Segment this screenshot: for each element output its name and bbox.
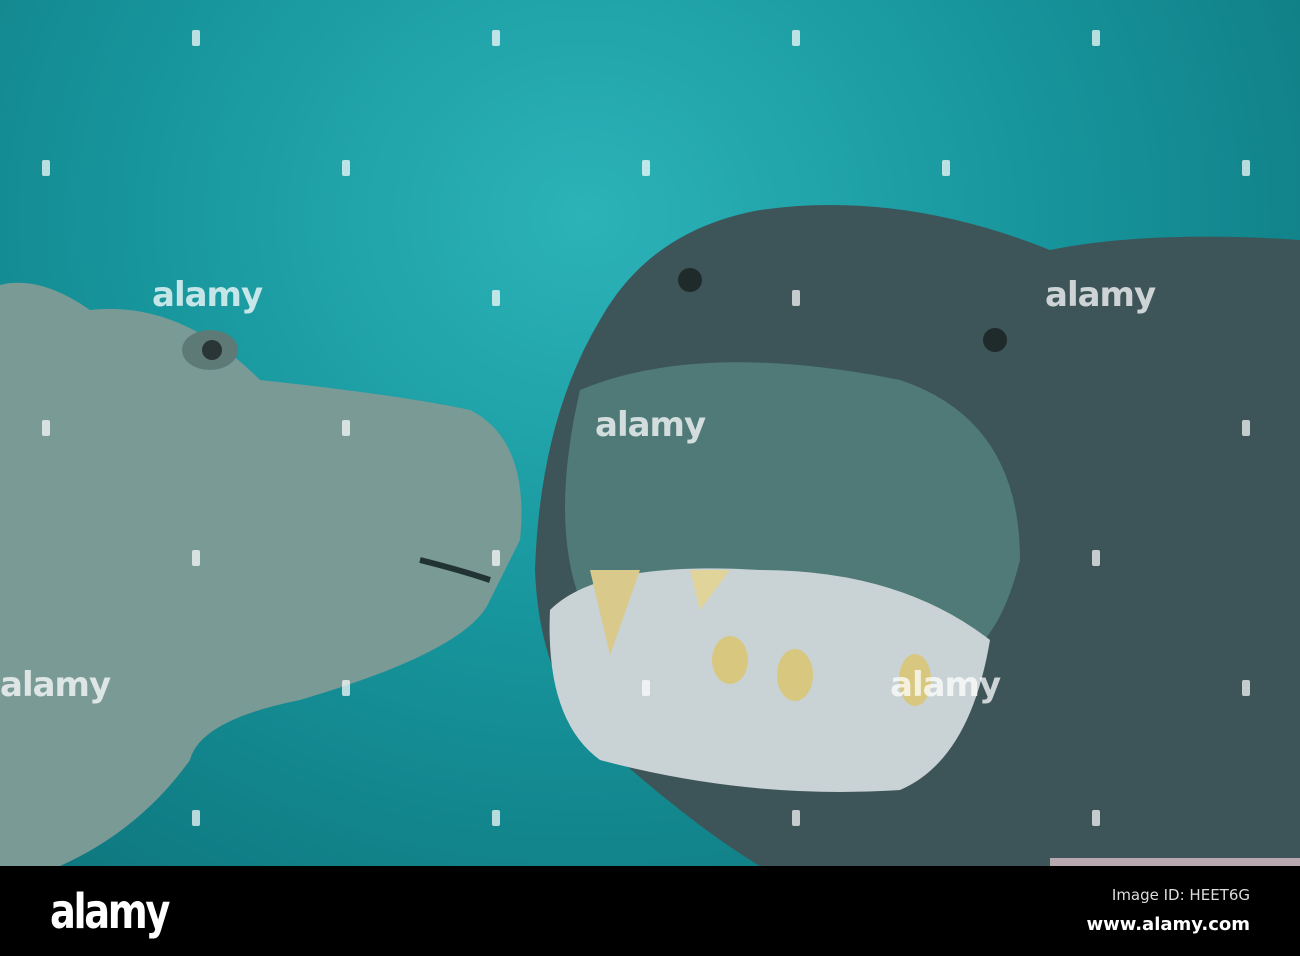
watermark-mark — [192, 550, 200, 566]
watermark-mark — [342, 160, 350, 176]
watermark-mark — [792, 30, 800, 46]
watermark-mark — [1092, 550, 1100, 566]
alamy-logo: alamy — [50, 884, 170, 940]
footer-bar: alamy Image ID: HEET6G www.alamy.com — [0, 866, 1300, 956]
watermark-text: alamy — [890, 665, 1001, 705]
watermark-mark — [42, 160, 50, 176]
watermark-mark — [792, 290, 800, 306]
watermark-mark — [1092, 810, 1100, 826]
watermark-mark — [642, 160, 650, 176]
hippo-photo: alamy alamy alamy alamy alamy — [0, 0, 1300, 866]
watermark-mark — [492, 810, 500, 826]
watermark-mark — [492, 30, 500, 46]
watermark-mark — [192, 30, 200, 46]
watermark-mark — [792, 810, 800, 826]
watermark-mark — [492, 290, 500, 306]
watermark-text: alamy — [0, 665, 111, 705]
young-hippo — [0, 282, 522, 866]
watermark-text: alamy — [152, 275, 263, 315]
watermark-mark — [1242, 680, 1250, 696]
website-link[interactable]: www.alamy.com — [1086, 914, 1250, 935]
image-id: Image ID: HEET6G — [1111, 886, 1250, 904]
watermark-text: alamy — [595, 405, 706, 445]
watermark-mark — [1242, 420, 1250, 436]
watermark-text: alamy — [1045, 275, 1156, 315]
watermark-mark — [42, 420, 50, 436]
watermark-mark — [1092, 30, 1100, 46]
watermark-mark — [942, 160, 950, 176]
watermark-mark — [492, 550, 500, 566]
watermark-mark — [342, 680, 350, 696]
watermark-mark — [342, 420, 350, 436]
watermark-mark — [642, 680, 650, 696]
watermark-mark — [192, 810, 200, 826]
watermark-mark — [1242, 160, 1250, 176]
